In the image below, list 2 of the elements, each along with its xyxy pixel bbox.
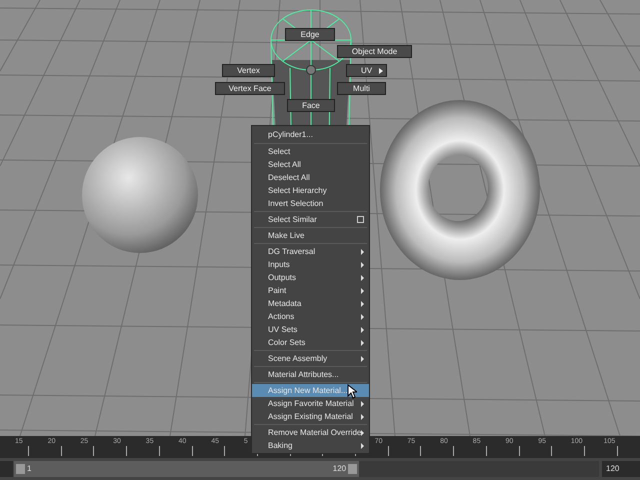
range-start-value: 1 xyxy=(27,463,32,475)
range-end-value: 120 xyxy=(332,463,346,475)
